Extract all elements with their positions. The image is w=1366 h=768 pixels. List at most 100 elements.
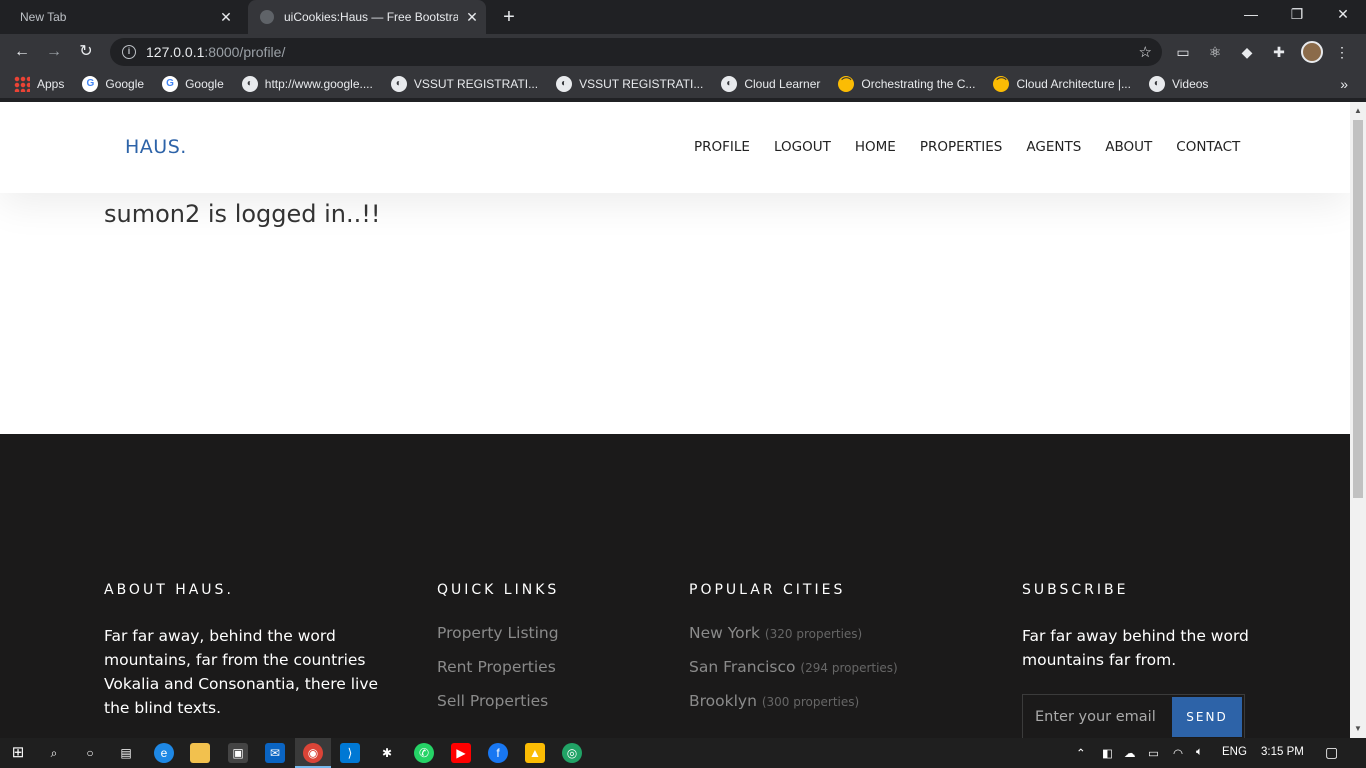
google-drive-icon[interactable]: ▲ bbox=[525, 743, 545, 763]
minimize-icon[interactable]: — bbox=[1228, 0, 1274, 30]
bookmark-google-2[interactable]: G Google bbox=[162, 76, 224, 92]
tab-haus[interactable]: uiCookies:Haus — Free Bootstrap ✕ bbox=[248, 0, 486, 34]
new-tab-button[interactable]: + bbox=[496, 4, 522, 30]
ybadge-icon: ⌒ bbox=[838, 76, 855, 92]
footer-link-sell-properties[interactable]: Sell Properties bbox=[437, 692, 657, 726]
close-icon[interactable]: ✕ bbox=[212, 9, 240, 26]
globe-icon: ◐ bbox=[556, 76, 573, 92]
bookmark-vssut-1[interactable]: ◐ VSSUT REGISTRATI... bbox=[390, 76, 538, 92]
battery-icon[interactable]: ▭ bbox=[1148, 746, 1159, 760]
bookmark-star-icon[interactable]: ☆ bbox=[1139, 43, 1152, 61]
bookmark-label: Apps bbox=[37, 77, 65, 91]
facebook-icon[interactable]: f bbox=[488, 743, 508, 763]
meet-now-icon[interactable]: ◧ bbox=[1102, 746, 1113, 760]
bookmark-google[interactable]: G Google bbox=[82, 76, 144, 92]
footer-link-rent-properties[interactable]: Rent Properties bbox=[437, 658, 657, 692]
nav-agents[interactable]: AGENTS bbox=[1026, 139, 1081, 155]
scroll-up-icon[interactable]: ▲ bbox=[1354, 106, 1362, 115]
bookmark-vssut-2[interactable]: ◐ VSSUT REGISTRATI... bbox=[556, 76, 703, 92]
city-link[interactable]: New York (320 properties) bbox=[689, 624, 989, 658]
dropbox-icon[interactable]: ◆ bbox=[1237, 42, 1257, 62]
city-count: (294 properties) bbox=[800, 661, 898, 675]
bookmark-orchestrating[interactable]: ⌒ Orchestrating the C... bbox=[838, 76, 975, 92]
nav-properties[interactable]: PROPERTIES bbox=[920, 139, 1003, 155]
url-path: :8000/profile/ bbox=[204, 44, 286, 60]
whatsapp-icon[interactable]: ✆ bbox=[414, 743, 434, 763]
profile-avatar[interactable] bbox=[1301, 41, 1323, 63]
chevron-up-icon[interactable]: ⌃ bbox=[1076, 746, 1086, 760]
nav-contact[interactable]: CONTACT bbox=[1176, 139, 1240, 155]
cortana-icon[interactable]: ○ bbox=[80, 743, 100, 763]
search-icon[interactable]: ⌕ bbox=[44, 743, 64, 763]
restore-icon[interactable]: ❐ bbox=[1274, 0, 1320, 30]
city-name: San Francisco bbox=[689, 658, 796, 676]
volume-icon[interactable]: 🔈︎ bbox=[1196, 746, 1203, 759]
language-indicator[interactable]: ENG bbox=[1222, 746, 1247, 758]
subscribe-form: Enter your email SEND bbox=[1022, 694, 1245, 738]
react-devtools-icon[interactable]: ⚛ bbox=[1205, 42, 1225, 62]
footer-heading: QUICK LINKS bbox=[437, 582, 560, 598]
tab-new-tab[interactable]: New Tab ✕ bbox=[0, 0, 246, 34]
page-scrollbar[interactable]: ▲ ▼ bbox=[1350, 102, 1366, 738]
bookmark-videos[interactable]: ◐ Videos bbox=[1148, 76, 1209, 92]
city-name: Brooklyn bbox=[689, 692, 757, 710]
footer-popular-cities: POPULAR CITIES New York (320 properties)… bbox=[689, 582, 989, 726]
footer-quick-links: QUICK LINKS Property Listing Rent Proper… bbox=[437, 582, 657, 726]
notifications-icon[interactable]: ▢ bbox=[1325, 744, 1338, 761]
scroll-down-icon[interactable]: ▼ bbox=[1354, 724, 1362, 733]
close-window-icon[interactable]: ✕ bbox=[1320, 0, 1366, 30]
info-icon[interactable]: i bbox=[122, 45, 136, 59]
mail-icon[interactable]: ✉ bbox=[265, 743, 285, 763]
chrome-icon[interactable]: ◉ bbox=[303, 743, 323, 763]
bookmark-cloud-learner[interactable]: ◐ Cloud Learner bbox=[721, 76, 820, 92]
footer-link-property-listing[interactable]: Property Listing bbox=[437, 624, 657, 658]
scroll-thumb[interactable] bbox=[1353, 120, 1363, 498]
address-bar[interactable]: i 127.0.0.1 :8000/profile/ ☆ bbox=[110, 38, 1162, 66]
nav-profile[interactable]: PROFILE bbox=[694, 139, 750, 155]
bookmarks-bar: Apps G Google G Google ◐ http://www.google.… bbox=[0, 70, 1366, 98]
file-explorer-icon[interactable] bbox=[190, 743, 210, 763]
bookmark-apps[interactable]: Apps bbox=[14, 76, 64, 92]
extensions-puzzle-icon[interactable]: ✚ bbox=[1269, 42, 1289, 62]
bookmark-label: Google bbox=[105, 77, 145, 91]
google-icon: G bbox=[82, 76, 99, 92]
spider-app-icon[interactable]: ✱ bbox=[377, 743, 397, 763]
email-input[interactable]: Enter your email bbox=[1023, 709, 1172, 725]
browser-toolbar: ← → ↻ i 127.0.0.1 :8000/profile/ ☆ ▭ ⚛ ◆… bbox=[0, 34, 1366, 70]
task-view-icon[interactable]: ▤ bbox=[116, 743, 136, 763]
site-logo[interactable]: HAUS. bbox=[125, 136, 187, 158]
nav-about[interactable]: ABOUT bbox=[1105, 139, 1152, 155]
onedrive-icon[interactable]: ☁ bbox=[1124, 746, 1136, 760]
globe-icon: ◐ bbox=[721, 76, 738, 92]
edge-icon[interactable]: e bbox=[154, 743, 174, 763]
cast-icon[interactable]: ▭ bbox=[1173, 42, 1193, 62]
city-name: New York bbox=[689, 624, 760, 642]
tab-title: uiCookies:Haus — Free Bootstrap bbox=[284, 10, 458, 24]
store-icon[interactable]: ▣ bbox=[228, 743, 248, 763]
nav-logout[interactable]: LOGOUT bbox=[774, 139, 831, 155]
wifi-icon[interactable]: ◠ bbox=[1173, 746, 1183, 760]
menu-kebab-icon[interactable]: ⋮ bbox=[1332, 42, 1352, 62]
city-link[interactable]: Brooklyn (300 properties) bbox=[689, 692, 989, 726]
close-icon[interactable]: ✕ bbox=[458, 9, 486, 26]
footer-heading: ABOUT HAUS. bbox=[104, 582, 234, 598]
send-button[interactable]: SEND bbox=[1172, 697, 1242, 737]
bookmark-google-url[interactable]: ◐ http://www.google.... bbox=[241, 76, 373, 92]
vscode-icon[interactable]: ⟩ bbox=[340, 743, 360, 763]
windows-start-icon[interactable]: ⊞ bbox=[8, 743, 28, 763]
windows-taskbar: ⊞ ⌕ ○ ▤ e ▣ ✉ ◉ ⟩ ✱ ✆ ▶ f ▲ ◎ ⌃ ◧ ☁ ▭ ◠ … bbox=[0, 738, 1366, 768]
youtube-icon[interactable]: ▶ bbox=[451, 743, 471, 763]
chevron-double-right-icon[interactable]: » bbox=[1340, 76, 1348, 92]
reload-icon[interactable]: ↻ bbox=[72, 39, 100, 65]
app-icon[interactable]: ◎ bbox=[562, 743, 582, 763]
clock[interactable]: 3:15 PM bbox=[1261, 746, 1304, 758]
bookmark-cloud-architecture[interactable]: ⌒ Cloud Architecture |... bbox=[993, 76, 1131, 92]
forward-icon[interactable]: → bbox=[40, 39, 68, 65]
footer-subscribe: SUBSCRIBE Far far away behind the word m… bbox=[1022, 582, 1262, 738]
city-link[interactable]: San Francisco (294 properties) bbox=[689, 658, 989, 692]
page-viewport: HAUS. PROFILE LOGOUT HOME PROPERTIES AGE… bbox=[0, 102, 1350, 738]
back-icon[interactable]: ← bbox=[8, 39, 36, 65]
bookmark-label: Orchestrating the C... bbox=[861, 77, 976, 91]
bookmark-label: Videos bbox=[1171, 77, 1209, 91]
nav-home[interactable]: HOME bbox=[855, 139, 896, 155]
